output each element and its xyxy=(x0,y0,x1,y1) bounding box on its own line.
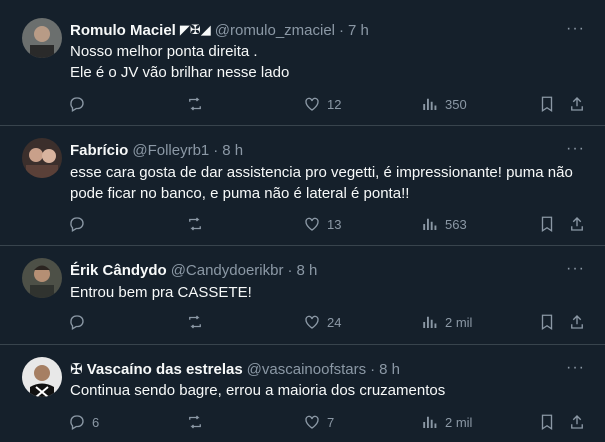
views-icon xyxy=(423,416,437,428)
bookmark-icon xyxy=(541,96,553,113)
reply-icon xyxy=(70,315,84,330)
avatar[interactable] xyxy=(22,18,62,58)
views-icon xyxy=(423,218,437,230)
avatar[interactable] xyxy=(22,138,62,178)
more-options-icon[interactable]: ··· xyxy=(566,140,585,158)
like-button[interactable]: 24 xyxy=(303,311,341,333)
action-bar: 6 7 2 mil xyxy=(68,411,588,433)
view-count: 350 xyxy=(445,96,467,112)
reply-icon xyxy=(70,217,84,232)
bookmark-button[interactable] xyxy=(538,311,556,333)
like-icon xyxy=(305,97,319,111)
views-button[interactable]: 2 mil xyxy=(421,411,472,433)
reply-count: 6 xyxy=(92,414,100,430)
bookmark-button[interactable] xyxy=(538,411,556,433)
separator-dot: · xyxy=(213,141,219,159)
author-badge: ◤✠◢ xyxy=(179,22,211,37)
author-name[interactable]: Romulo Maciel xyxy=(70,22,176,39)
reply-icon xyxy=(70,97,84,112)
views-icon xyxy=(423,316,437,328)
author-handle[interactable]: @vascainoofstars xyxy=(247,361,366,378)
tweet-item[interactable]: ✠ Vascaíno das estrelas @vascainoofstars… xyxy=(0,345,605,442)
view-count: 2 mil xyxy=(445,314,473,330)
timestamp[interactable]: 7 h xyxy=(348,22,369,39)
more-options-icon[interactable]: ··· xyxy=(566,20,585,38)
tweet-text: Continua sendo bagre, errou a maioria do… xyxy=(70,382,446,399)
reply-button[interactable] xyxy=(68,93,92,115)
views-icon xyxy=(423,98,437,110)
separator-dot: · xyxy=(370,360,376,378)
retweet-icon xyxy=(189,415,201,429)
views-button[interactable]: 350 xyxy=(421,93,467,115)
tweet-text: Entrou bem pra CASSETE! xyxy=(70,284,252,301)
timestamp[interactable]: 8 h xyxy=(379,361,400,378)
action-bar: 24 2 mil xyxy=(68,311,588,333)
reply-icon xyxy=(70,415,84,430)
share-button[interactable] xyxy=(568,213,586,235)
action-bar: 13 563 xyxy=(68,213,588,235)
share-button[interactable] xyxy=(568,311,586,333)
tweet-item[interactable]: Fabrício @Folleyrb1 · 8 h ··· esse cara … xyxy=(0,126,605,246)
like-count: 12 xyxy=(327,96,342,112)
author-handle[interactable]: @Candydoerikbr xyxy=(171,262,284,279)
tweet-text: Nosso melhor ponta direita . Ele é o JV … xyxy=(70,43,290,81)
like-icon xyxy=(305,415,319,429)
share-icon xyxy=(571,217,583,231)
like-button[interactable]: 13 xyxy=(303,213,341,235)
more-options-icon[interactable]: ··· xyxy=(566,359,585,377)
bookmark-icon xyxy=(541,314,553,331)
tweet-text: esse cara gosta de dar assistencia pro v… xyxy=(70,164,573,202)
retweet-button[interactable] xyxy=(186,93,210,115)
reply-button[interactable] xyxy=(68,311,92,333)
retweet-icon xyxy=(189,217,201,231)
like-icon xyxy=(305,315,319,329)
retweet-button[interactable] xyxy=(186,411,210,433)
reply-button[interactable]: 6 xyxy=(68,411,99,433)
views-button[interactable]: 2 mil xyxy=(421,311,472,333)
share-icon xyxy=(571,415,583,429)
like-count: 13 xyxy=(327,216,342,232)
share-icon xyxy=(571,315,583,329)
tweet-item[interactable]: Érik Cândydo @Candydoerikbr · 8 h ··· En… xyxy=(0,246,605,345)
bookmark-icon xyxy=(541,216,553,233)
retweet-icon xyxy=(189,315,201,329)
view-count: 2 mil xyxy=(445,414,473,430)
timestamp[interactable]: 8 h xyxy=(296,262,317,279)
author-handle[interactable]: @romulo_zmaciel xyxy=(215,22,335,39)
more-options-icon[interactable]: ··· xyxy=(566,260,585,278)
separator-dot: · xyxy=(287,261,293,279)
bookmark-button[interactable] xyxy=(538,93,556,115)
like-button[interactable]: 7 xyxy=(303,411,334,433)
reply-button[interactable] xyxy=(68,213,92,235)
like-icon xyxy=(305,217,319,231)
action-bar: 12 350 xyxy=(68,93,588,115)
like-count: 24 xyxy=(327,314,342,330)
author-name[interactable]: Érik Cândydo xyxy=(70,262,167,279)
timestamp[interactable]: 8 h xyxy=(222,142,243,159)
views-button[interactable]: 563 xyxy=(421,213,467,235)
avatar[interactable] xyxy=(22,357,62,397)
retweet-button[interactable] xyxy=(186,213,210,235)
retweet-button[interactable] xyxy=(186,311,210,333)
like-button[interactable]: 12 xyxy=(303,93,341,115)
tweet-item[interactable]: Romulo Maciel ◤✠◢ @romulo_zmaciel · 7 h … xyxy=(0,0,605,126)
bookmark-icon xyxy=(541,414,553,431)
author-name[interactable]: Fabrício xyxy=(70,142,128,159)
retweet-icon xyxy=(189,97,201,111)
share-button[interactable] xyxy=(568,93,586,115)
author-name[interactable]: ✠ Vascaíno das estrelas xyxy=(70,360,243,378)
avatar[interactable] xyxy=(22,258,62,298)
share-icon xyxy=(571,97,583,111)
bookmark-button[interactable] xyxy=(538,213,556,235)
view-count: 563 xyxy=(445,216,467,232)
author-handle[interactable]: @Folleyrb1 xyxy=(132,142,209,159)
separator-dot: · xyxy=(339,21,345,39)
like-count: 7 xyxy=(327,414,335,430)
share-button[interactable] xyxy=(568,411,586,433)
